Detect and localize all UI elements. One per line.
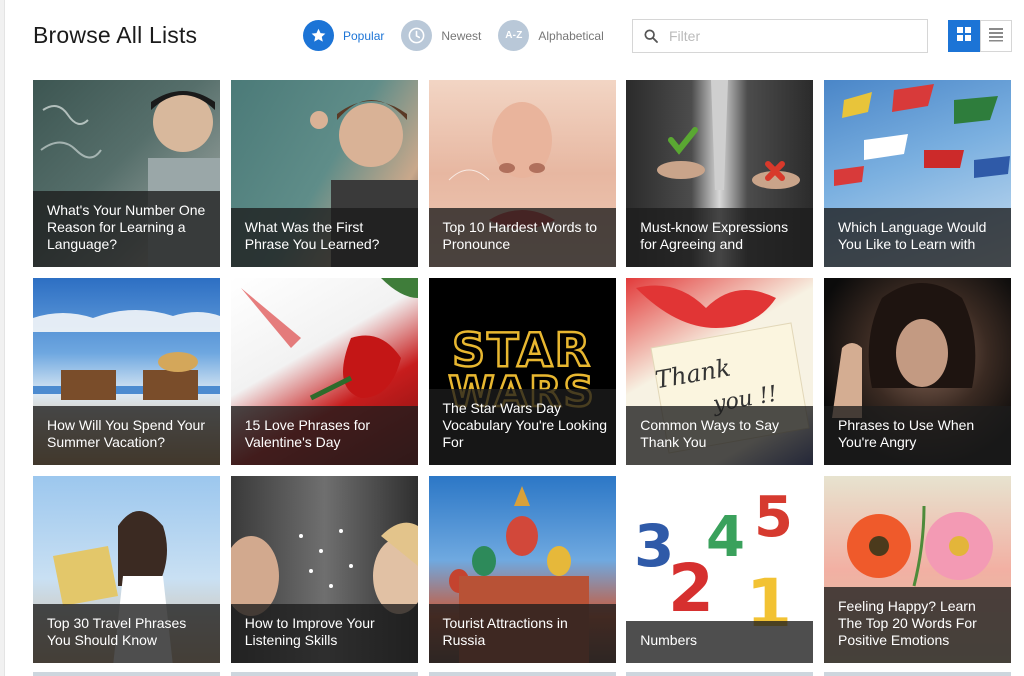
list-card[interactable]: Top 10 Hardest Words to Pronounce bbox=[428, 80, 616, 267]
list-card[interactable]: Tourist Attractions in Russia bbox=[428, 476, 616, 663]
card-title: Numbers bbox=[640, 632, 698, 648]
digit-5: 5 bbox=[754, 485, 793, 550]
list-card[interactable]: 3 4 5 2 1 Numbers bbox=[626, 476, 814, 663]
card-caption: What's Your Number One Reason for Learni… bbox=[33, 191, 220, 267]
sort-newest-label: Newest bbox=[441, 28, 482, 43]
card-caption: Common Ways to Say Thank You bbox=[626, 406, 814, 465]
list-card[interactable]: Top 30 Travel Phrases You Should Know bbox=[33, 476, 220, 663]
list-card[interactable]: STAR WARS The Star Wars Day Vocabulary Y… bbox=[428, 278, 616, 465]
card-preview bbox=[428, 672, 616, 676]
list-grid: What's Your Number One Reason for Learni… bbox=[33, 80, 1011, 663]
view-toggle bbox=[948, 20, 1012, 52]
card-preview bbox=[230, 672, 418, 676]
card-caption: Phrases to Use When You're Angry bbox=[824, 406, 1011, 465]
card-caption: 15 Love Phrases for Valentine's Day bbox=[230, 406, 418, 465]
card-caption: The Star Wars Day Vocabulary You're Look… bbox=[428, 389, 616, 465]
card-title: How Will You Spend Your Summer Vacation? bbox=[47, 417, 205, 450]
card-caption: Must-know Expressions for Agreeing and bbox=[626, 208, 814, 267]
list-card[interactable]: What's Your Number One Reason for Learni… bbox=[33, 80, 220, 267]
card-caption: Which Language Would You Like to Learn w… bbox=[824, 208, 1011, 267]
list-view-button[interactable] bbox=[980, 20, 1012, 52]
card-title: Feeling Happy? Learn The Top 20 Words Fo… bbox=[838, 598, 977, 648]
filter-box bbox=[632, 19, 928, 53]
card-preview bbox=[626, 672, 814, 676]
az-icon: A-Z bbox=[498, 20, 530, 51]
card-title: The Star Wars Day Vocabulary You're Look… bbox=[442, 400, 608, 450]
card-title: Which Language Would You Like to Learn w… bbox=[838, 219, 987, 252]
card-caption: Top 30 Travel Phrases You Should Know bbox=[33, 604, 220, 663]
page-title: Browse All Lists bbox=[33, 22, 198, 48]
card-caption: Top 10 Hardest Words to Pronounce bbox=[428, 208, 616, 267]
card-caption: Numbers bbox=[626, 621, 814, 663]
sort-alphabetical-label: Alphabetical bbox=[538, 28, 604, 43]
clock-icon bbox=[401, 20, 433, 51]
list-card[interactable]: How to Improve Your Listening Skills bbox=[230, 476, 418, 663]
sort-alphabetical-button[interactable]: A-Z Alphabetical bbox=[498, 20, 604, 51]
card-caption: Feeling Happy? Learn The Top 20 Words Fo… bbox=[824, 587, 1011, 663]
card-title: What's Your Number One Reason for Learni… bbox=[47, 202, 206, 252]
card-title: Top 10 Hardest Words to Pronounce bbox=[442, 219, 598, 252]
card-caption: What Was the First Phrase You Learned? bbox=[230, 208, 418, 267]
card-caption: Tourist Attractions in Russia bbox=[428, 604, 616, 663]
sort-popular-label: Popular bbox=[343, 28, 385, 43]
list-card[interactable]: How Will You Spend Your Summer Vacation? bbox=[33, 278, 220, 465]
star-icon bbox=[303, 20, 334, 51]
next-row-preview bbox=[33, 672, 1011, 676]
card-title: Phrases to Use When You're Angry bbox=[838, 417, 975, 450]
card-caption: How Will You Spend Your Summer Vacation? bbox=[33, 406, 220, 465]
filter-input[interactable] bbox=[669, 28, 919, 44]
search-icon bbox=[633, 20, 669, 52]
card-title: Common Ways to Say Thank You bbox=[640, 417, 779, 450]
card-caption: How to Improve Your Listening Skills bbox=[230, 604, 418, 663]
grid-view-button[interactable] bbox=[948, 20, 980, 52]
card-preview bbox=[33, 672, 220, 676]
list-card[interactable]: Feeling Happy? Learn The Top 20 Words Fo… bbox=[824, 476, 1011, 663]
list-card[interactable]: Which Language Would You Like to Learn w… bbox=[824, 80, 1011, 267]
list-card[interactable]: Thank you !! Common Ways to Say Thank Yo… bbox=[626, 278, 814, 465]
card-title: What Was the First Phrase You Learned? bbox=[244, 219, 380, 252]
az-icon-text: A-Z bbox=[505, 30, 523, 41]
list-view-icon bbox=[988, 26, 1004, 47]
list-card[interactable]: Phrases to Use When You're Angry bbox=[824, 278, 1011, 465]
card-title: Tourist Attractions in Russia bbox=[442, 615, 568, 648]
grid-view-icon bbox=[956, 26, 972, 47]
card-title: Must-know Expressions for Agreeing and bbox=[640, 219, 789, 252]
card-preview bbox=[824, 672, 1011, 676]
sort-newest-button[interactable]: Newest bbox=[401, 20, 481, 51]
digit-2: 2 bbox=[668, 550, 714, 627]
list-card[interactable]: What Was the First Phrase You Learned? bbox=[230, 80, 418, 267]
card-title: How to Improve Your Listening Skills bbox=[244, 615, 375, 648]
card-title: Top 30 Travel Phrases You Should Know bbox=[47, 615, 187, 648]
card-title: 15 Love Phrases for Valentine's Day bbox=[244, 417, 371, 450]
sort-popular-button[interactable]: Popular bbox=[303, 20, 384, 51]
left-edge-rule bbox=[0, 0, 5, 676]
list-card[interactable]: 15 Love Phrases for Valentine's Day bbox=[230, 278, 418, 465]
list-card[interactable]: Must-know Expressions for Agreeing and bbox=[626, 80, 814, 267]
sort-options: Popular Newest A-Z Alphabetical bbox=[303, 20, 621, 51]
header: Browse All Lists Popular Newest A-Z Alph… bbox=[0, 0, 1024, 80]
